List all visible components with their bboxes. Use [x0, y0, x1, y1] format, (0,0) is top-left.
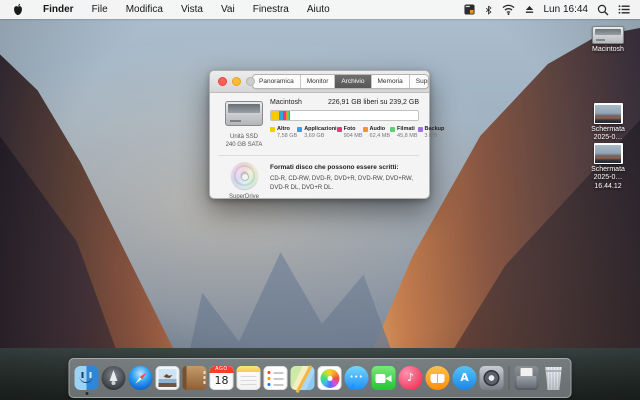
legend-audio: Audio 62,4 MB [362, 126, 390, 139]
storage-legend: Altro 7,58 GB Applicazioni 3,69 GB Foto 904 M… [270, 126, 444, 139]
dock-facetime-icon[interactable] [371, 366, 396, 390]
bar-segment-backup [288, 111, 290, 120]
dock-contacts-icon[interactable] [182, 366, 207, 390]
desktop-icon-label: Macintosh [592, 46, 624, 53]
spotlight-icon[interactable] [597, 4, 609, 16]
dock-sysprefs-icon[interactable] [479, 366, 504, 390]
eject-icon[interactable] [524, 4, 535, 15]
dock-reminders-icon[interactable] [263, 366, 288, 390]
internal-drive-icon [225, 101, 263, 126]
dock-appstore-icon[interactable]: A [452, 366, 477, 390]
superdrive-label: SuperDrive [228, 194, 259, 201]
volume-name: Macintosh [270, 99, 302, 106]
tab-supporto[interactable]: Supporto [410, 75, 428, 88]
close-button[interactable] [218, 77, 227, 86]
storage-row: Unità SSD 240 GB SATA Macintosh 226,91 G… [218, 99, 444, 149]
legend-swatch [362, 126, 368, 132]
dock-mail-icon[interactable] [155, 366, 180, 390]
wifi-icon[interactable] [502, 4, 515, 15]
legend-swatch [390, 126, 396, 132]
desktop-icon-label: Schermata 2025-0…16.44.12 [591, 166, 625, 190]
legend-foto: Foto 904 MB [336, 126, 363, 139]
minimize-button[interactable] [232, 77, 241, 86]
menu-item-vai[interactable]: Vai [212, 0, 244, 19]
menu-item-modifica[interactable]: Modifica [117, 0, 172, 19]
dock-maps-icon[interactable] [290, 366, 315, 390]
legend-altro: Altro 7,58 GB [270, 126, 297, 139]
dock-safari-icon[interactable] [128, 366, 153, 390]
screenshot-thumbnail [593, 103, 623, 124]
window-tabs: PanoramicaMonitorArchivioMemoriaSupporto… [252, 73, 429, 90]
dock-itunes-icon[interactable]: ♪ [398, 366, 423, 390]
apple-menu[interactable] [0, 3, 34, 17]
dock-downloads-icon[interactable] [514, 366, 539, 390]
formats-heading: Formati disco che possono essere scritti… [270, 164, 399, 172]
legend-swatch [417, 126, 423, 132]
menu-item-finestra[interactable]: Finestra [244, 0, 298, 19]
hard-drive-icon [592, 26, 624, 44]
legend-swatch [297, 126, 303, 132]
section-divider [218, 155, 419, 157]
menu-item-finder[interactable]: Finder [34, 0, 83, 19]
window-titlebar[interactable]: PanoramicaMonitorArchivioMemoriaSupporto… [210, 71, 429, 93]
dock-finder-icon[interactable] [74, 366, 99, 395]
tab-archivio[interactable]: Archivio [335, 74, 372, 89]
legend-swatch [336, 126, 342, 132]
dock-trash-icon[interactable] [545, 366, 562, 390]
free-space-text: 226,91 GB liberi su 239,2 GB [327, 99, 419, 106]
tab-panoramica[interactable]: Panoramica [253, 74, 301, 89]
formats-list: CD-R, CD-RW, DVD-R, DVD+R, DVD-RW, DVD+R… [270, 176, 414, 191]
dock: AGO 18 ••• ♪ A [68, 358, 572, 398]
menu-items: Finder File Modifica Vista Vai Finestra Aiuto [34, 0, 339, 19]
formats-column: Formati disco che possono essere scritti… [270, 161, 419, 200]
menu-bar-clock[interactable]: Lun 16:44 [544, 4, 589, 15]
about-this-mac-window: PanoramicaMonitorArchivioMemoriaSupporto… [209, 70, 444, 200]
bar-segment-altro [271, 111, 279, 120]
dock-launchpad-icon[interactable] [101, 366, 126, 390]
tab-memoria[interactable]: Memoria [372, 74, 410, 89]
internal-disk-column: Unità SSD 240 GB SATA [218, 99, 270, 149]
storage-usage-bar [270, 110, 419, 121]
dock-notes-icon[interactable] [236, 366, 261, 390]
disk-caption: Unità SSD 240 GB SATA [225, 134, 263, 149]
menu-bar: Finder File Modifica Vista Vai Finestra Aiuto … [0, 0, 640, 19]
screenshot-thumbnail [593, 143, 623, 164]
dock-ibooks-icon[interactable] [425, 366, 450, 390]
dock-photos-icon[interactable] [317, 366, 342, 390]
menu-item-file[interactable]: File [83, 0, 117, 19]
bluetooth-icon[interactable] [484, 4, 493, 16]
superdrive-column: SuperDrive [218, 161, 270, 200]
dock-divider [508, 366, 510, 390]
menu-item-vista[interactable]: Vista [172, 0, 212, 19]
storage-detail-column: Macintosh 226,91 GB liberi su 239,2 GB A… [270, 99, 444, 149]
input-source-icon[interactable] [463, 4, 475, 15]
zoom-button-disabled [246, 77, 255, 86]
desktop-icon-macintosh[interactable]: Macintosh [580, 26, 636, 54]
apple-icon [14, 3, 22, 15]
menu-bar-status: Lun 16:44 [463, 4, 640, 16]
legend-backup: Backup 3 MB [417, 126, 444, 139]
legend-swatch [270, 126, 275, 132]
tab-monitor[interactable]: Monitor [301, 74, 336, 89]
running-indicator [85, 392, 88, 395]
legend-applicazioni: Applicazioni 3,69 GB [297, 126, 337, 139]
desktop: Finder File Modifica Vista Vai Finestra Aiuto … [0, 0, 640, 400]
notification-center-icon[interactable] [618, 4, 630, 15]
menu-item-aiuto[interactable]: Aiuto [298, 0, 339, 19]
legend-filmati: Filmati 45,8 MB [390, 126, 418, 139]
dock-messages-icon[interactable]: ••• [344, 366, 369, 390]
window-body: Unità SSD 240 GB SATA Macintosh 226,91 G… [210, 93, 444, 206]
desktop-icon-screenshot-2[interactable]: Schermata 2025-0…16.44.12 [580, 143, 636, 191]
superdrive-row: SuperDrive Formati disco che possono ess… [218, 161, 419, 200]
window-controls [218, 71, 255, 92]
cd-disc-icon [230, 162, 258, 190]
dock-calendar-icon[interactable]: AGO 18 [209, 366, 234, 390]
